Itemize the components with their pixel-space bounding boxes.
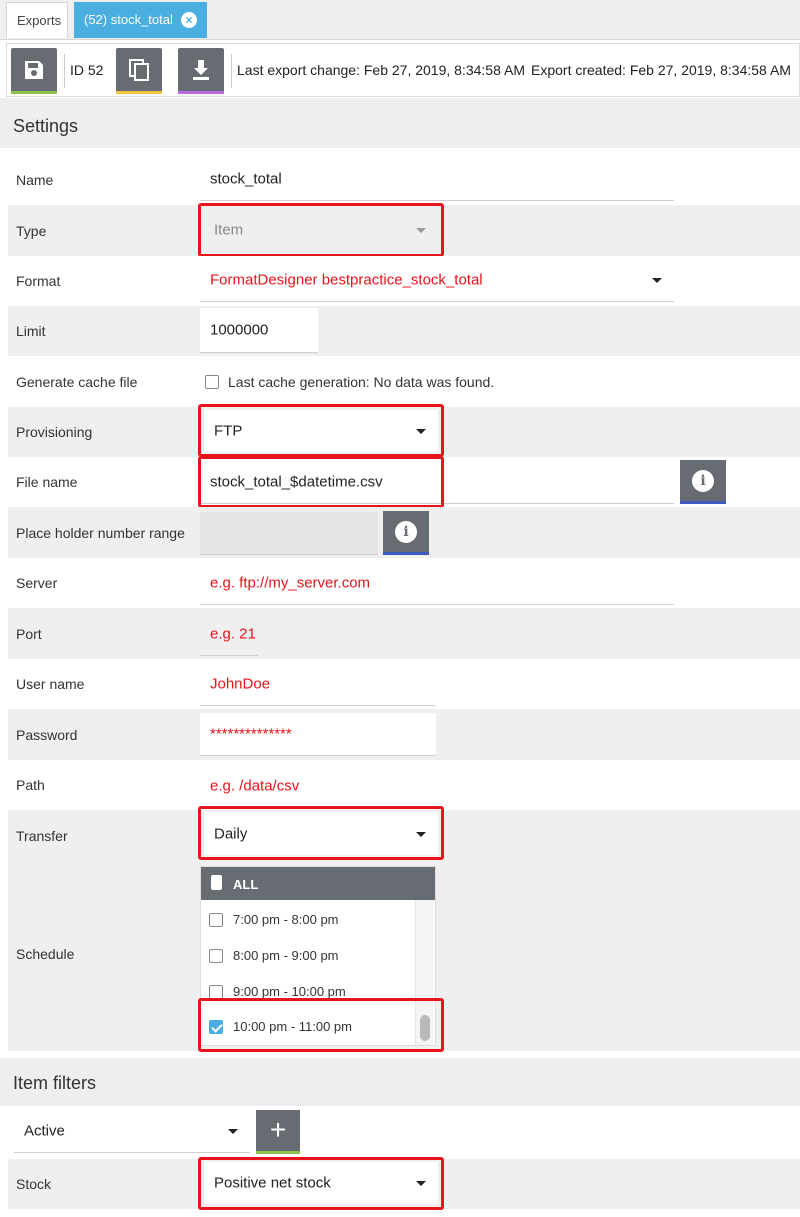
password-value: **************: [210, 725, 292, 743]
schedule-item-label: 8:00 pm - 9:00 pm: [233, 948, 339, 963]
active-select[interactable]: Active: [14, 1110, 250, 1153]
path-input[interactable]: e.g. /data/csv: [200, 765, 436, 808]
item-filters-title: Item filters: [13, 1073, 97, 1093]
cache-checkbox[interactable]: [205, 375, 219, 389]
close-icon[interactable]: ×: [181, 12, 197, 28]
name-input[interactable]: stock_total: [200, 158, 674, 201]
clipboard-icon: [211, 875, 222, 890]
settings-header: [0, 98, 800, 148]
format-label: Format: [16, 273, 61, 289]
provisioning-label: Provisioning: [16, 424, 93, 440]
port-value: e.g. 21: [210, 625, 256, 643]
server-input[interactable]: e.g. ftp://my_server.com: [200, 562, 674, 605]
cache-label: Generate cache file: [16, 374, 138, 390]
item-filters-header: [0, 1058, 800, 1106]
stock-label: Stock: [16, 1176, 52, 1192]
schedule-item[interactable]: 8:00 pm - 9:00 pm: [201, 938, 415, 974]
highlight-stock: [198, 1157, 444, 1210]
type-label: Type: [16, 223, 47, 239]
info-icon: i: [692, 470, 714, 492]
file-name-label: File name: [16, 474, 78, 490]
save-button[interactable]: [11, 48, 57, 94]
chevron-down-icon: [652, 277, 662, 283]
add-filter-button[interactable]: +: [256, 1110, 300, 1154]
placeholder-range-input[interactable]: [200, 512, 378, 555]
highlight-transfer: [198, 806, 444, 860]
placeholder-range-label: Place holder number range: [16, 525, 185, 541]
export-created: Export created: Feb 27, 2019, 8:34:58 AM: [531, 62, 791, 78]
tab-exports[interactable]: Exports: [6, 2, 68, 38]
schedule-checkbox[interactable]: [209, 985, 223, 999]
copy-button[interactable]: [116, 48, 162, 94]
highlight-file-name: [198, 456, 444, 508]
user-name-value: JohnDoe: [210, 675, 271, 693]
tab-bar: Exports (52) stock_total ×: [0, 0, 800, 40]
limit-input[interactable]: 1000000: [200, 308, 318, 353]
tab-export-stock-total[interactable]: (52) stock_total ×: [74, 2, 207, 38]
highlight-schedule-item: [198, 998, 444, 1052]
download-icon: [193, 60, 209, 80]
placeholder-info-button[interactable]: i: [383, 511, 429, 555]
server-label: Server: [16, 575, 58, 591]
format-value: FormatDesigner bestpractice_stock_total: [210, 271, 483, 288]
row-limit: Limit: [8, 306, 800, 356]
row-port: Port: [8, 608, 800, 659]
path-label: Path: [16, 777, 45, 793]
password-input[interactable]: **************: [200, 713, 436, 756]
name-label: Name: [16, 172, 54, 188]
active-select-value: Active: [24, 1122, 65, 1140]
user-name-input[interactable]: JohnDoe: [200, 663, 436, 706]
limit-value: 1000000: [210, 321, 269, 339]
settings-title: Settings: [13, 116, 79, 136]
schedule-select-all[interactable]: ALL: [201, 867, 435, 900]
chevron-down-icon: [228, 1129, 238, 1134]
copy-icon: [129, 59, 149, 81]
schedule-label: Schedule: [16, 946, 75, 962]
schedule-item-label: 9:00 pm - 10:00 pm: [233, 984, 346, 999]
file-name-info-button[interactable]: i: [680, 460, 726, 504]
password-label: Password: [16, 727, 78, 743]
name-value: stock_total: [210, 170, 282, 188]
port-label: Port: [16, 626, 42, 642]
format-select[interactable]: FormatDesigner bestpractice_stock_total: [200, 258, 674, 302]
limit-label: Limit: [16, 323, 46, 339]
port-input[interactable]: e.g. 21: [200, 613, 258, 656]
floppy-disk-icon: [25, 61, 43, 79]
cache-status-text: Last cache generation: No data was found…: [228, 374, 495, 390]
server-value: e.g. ftp://my_server.com: [210, 574, 371, 592]
transfer-label: Transfer: [16, 828, 68, 844]
select-all-label: ALL: [233, 877, 259, 892]
path-value: e.g. /data/csv: [210, 777, 300, 795]
info-icon: i: [395, 521, 417, 543]
highlight-type: [198, 203, 444, 257]
schedule-item-label: 7:00 pm - 8:00 pm: [233, 912, 339, 927]
export-id: ID 52: [70, 62, 104, 78]
schedule-checkbox[interactable]: [209, 949, 223, 963]
highlight-provisioning: [198, 404, 444, 457]
toolbar: ID 52 Last export change: Feb 27, 2019, …: [6, 43, 800, 97]
schedule-item[interactable]: 7:00 pm - 8:00 pm: [201, 902, 415, 938]
download-button[interactable]: [178, 48, 224, 94]
tab-label: (52) stock_total: [84, 12, 173, 27]
user-name-label: User name: [16, 676, 85, 692]
last-export-change: Last export change: Feb 27, 2019, 8:34:5…: [237, 62, 525, 78]
schedule-checkbox[interactable]: [209, 913, 223, 927]
